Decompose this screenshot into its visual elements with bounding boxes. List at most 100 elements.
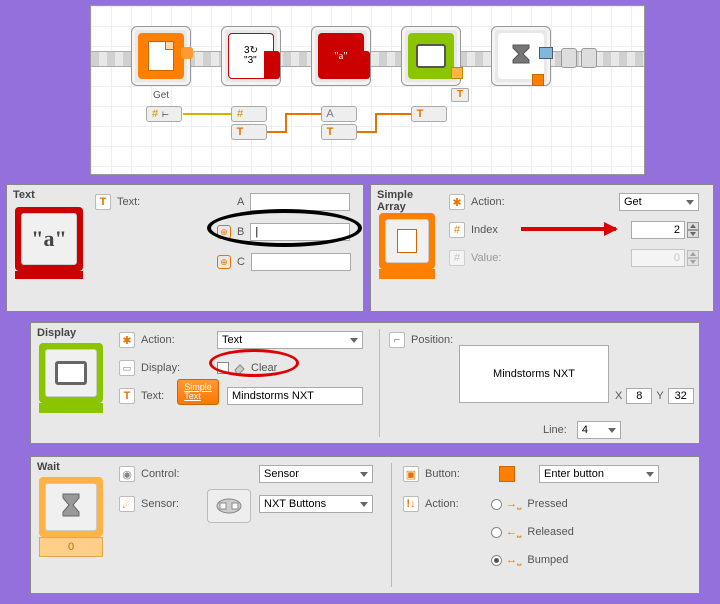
field-label: Action: bbox=[425, 498, 459, 510]
data-wire bbox=[267, 131, 285, 133]
index-spinner[interactable] bbox=[687, 222, 699, 238]
plug-icon: ⊕ bbox=[217, 225, 231, 239]
select-value: Sensor bbox=[264, 468, 299, 480]
button-select[interactable]: Enter button bbox=[539, 465, 659, 483]
screen-icon bbox=[408, 33, 454, 79]
wait-config-panel: Wait 0 ◉ Control: Sensor ☄ Sensor: NXT B… bbox=[30, 456, 700, 594]
display-action-select[interactable]: Text bbox=[217, 331, 363, 349]
option-label: Bumped bbox=[527, 554, 568, 566]
grip-icon bbox=[354, 51, 370, 79]
programming-canvas[interactable]: Get 3↻"3" "a" #⊢ # T A T T bbox=[90, 5, 645, 175]
action-select[interactable]: Get bbox=[619, 193, 699, 211]
display-config-panel: Display ✱ Action: Text ▭ Display: Clear … bbox=[30, 322, 700, 444]
hourglass-icon bbox=[45, 483, 97, 531]
annotation-arrow-red bbox=[521, 227, 616, 231]
panel-title: Display bbox=[37, 327, 76, 339]
c-label: C bbox=[237, 256, 245, 268]
text-config-panel: Text "a" T Text: A ⊕ B ⊕ C bbox=[6, 184, 364, 312]
control-select[interactable]: Sensor bbox=[259, 465, 373, 483]
file-icon bbox=[385, 219, 429, 263]
select-value: Enter button bbox=[544, 468, 604, 480]
panel-title: Simple Array bbox=[377, 189, 413, 213]
data-wire bbox=[285, 113, 287, 133]
field-label: Control: bbox=[141, 468, 180, 480]
select-value: 4 bbox=[582, 424, 588, 436]
y-label: Y bbox=[656, 390, 663, 402]
text-a-input[interactable] bbox=[250, 193, 350, 211]
option-label: Pressed bbox=[527, 498, 567, 510]
value-input bbox=[631, 249, 685, 267]
display-preview[interactable]: Mindstorms NXT bbox=[459, 345, 609, 403]
wait-counter: 0 bbox=[39, 537, 103, 557]
radio-bumped[interactable] bbox=[491, 555, 502, 566]
gear-icon: ✱ bbox=[119, 332, 135, 348]
press-icon: →⎵ bbox=[506, 498, 521, 511]
display-panel-icon-base bbox=[39, 403, 103, 413]
select-value: NXT Buttons bbox=[264, 498, 326, 510]
field-label: Action: bbox=[471, 196, 505, 208]
display-icon: ▭ bbox=[119, 360, 135, 376]
sensor-image bbox=[207, 489, 251, 523]
data-wire bbox=[375, 113, 377, 133]
eraser-icon bbox=[233, 361, 247, 375]
up-arrow-icon bbox=[451, 67, 463, 79]
grip-icon bbox=[264, 51, 280, 79]
get-block[interactable]: Get bbox=[131, 26, 191, 86]
action-icon: !↓ bbox=[403, 496, 419, 512]
y-input[interactable] bbox=[668, 388, 694, 404]
position-icon: ⌐ bbox=[389, 332, 405, 348]
panel-title: Text bbox=[13, 189, 35, 201]
field-label: Action: bbox=[141, 334, 175, 346]
line-select[interactable]: 4 bbox=[577, 421, 621, 439]
display-panel-icon bbox=[39, 343, 103, 403]
gear-icon: ✱ bbox=[449, 194, 465, 210]
field-label: Display: bbox=[141, 362, 180, 374]
beam-connector[interactable] bbox=[561, 48, 577, 68]
x-label: X bbox=[615, 390, 622, 402]
radio-pressed[interactable] bbox=[491, 499, 502, 510]
t-icon: T bbox=[95, 194, 111, 210]
hash-icon: # bbox=[449, 222, 465, 238]
file-icon bbox=[138, 33, 184, 79]
data-wire bbox=[375, 113, 411, 115]
clear-checkbox[interactable] bbox=[217, 362, 229, 374]
text-b-input[interactable] bbox=[250, 223, 350, 241]
display-text-input[interactable] bbox=[227, 387, 363, 405]
t-icon: T bbox=[235, 127, 245, 137]
field-label: Value: bbox=[471, 252, 501, 264]
field-label: Text: bbox=[117, 196, 140, 208]
eye-icon: ◉ bbox=[119, 466, 135, 482]
display-block[interactable] bbox=[401, 26, 461, 86]
t-icon: T bbox=[415, 109, 425, 119]
text-c-input[interactable] bbox=[251, 253, 351, 271]
bump-icon: ↔⎵ bbox=[506, 554, 521, 567]
release-icon: ←⎵ bbox=[506, 526, 521, 539]
line-label: Line: bbox=[543, 424, 567, 436]
field-label: Text: bbox=[141, 390, 164, 402]
wait-block[interactable] bbox=[491, 26, 551, 86]
hash-icon: # bbox=[449, 250, 465, 266]
arrow-right-icon bbox=[539, 47, 553, 59]
field-label: Sensor: bbox=[141, 498, 179, 510]
text-panel-icon: "a" bbox=[15, 207, 83, 271]
value-spinner bbox=[687, 250, 699, 266]
screen-icon bbox=[45, 349, 97, 397]
text-block[interactable]: "a" bbox=[311, 26, 371, 86]
beam-connector[interactable] bbox=[581, 48, 597, 68]
field-label: Button: bbox=[425, 468, 460, 480]
stop-icon bbox=[532, 74, 544, 86]
button-icon: ▣ bbox=[403, 466, 419, 482]
x-input[interactable] bbox=[626, 388, 652, 404]
radio-released[interactable] bbox=[491, 527, 502, 538]
num-to-text-block[interactable]: 3↻"3" bbox=[221, 26, 281, 86]
hourglass-icon bbox=[498, 33, 544, 79]
data-wire bbox=[357, 131, 375, 133]
plus-icon bbox=[181, 47, 193, 59]
wait-panel-icon bbox=[39, 477, 103, 537]
option-label: Released bbox=[527, 526, 573, 538]
data-wire bbox=[285, 113, 321, 115]
simple-text-button[interactable]: Simple Text bbox=[177, 379, 219, 405]
sensor-select[interactable]: NXT Buttons bbox=[259, 495, 373, 513]
index-input[interactable] bbox=[631, 221, 685, 239]
clear-label: Clear bbox=[251, 362, 277, 374]
